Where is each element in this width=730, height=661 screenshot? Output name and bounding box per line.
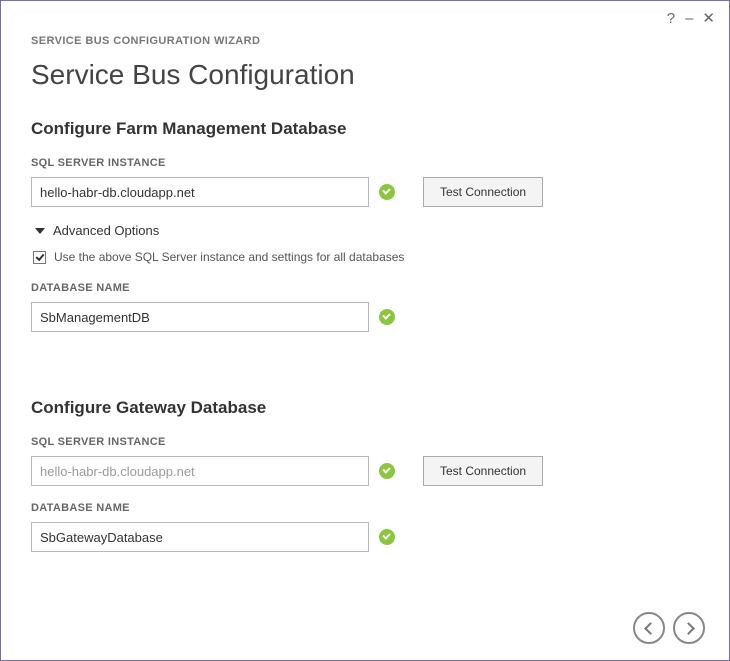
- wizard-window: ? – ✕ SERVICE BUS CONFIGURATION WIZARD S…: [0, 0, 730, 661]
- next-button[interactable]: [673, 612, 705, 644]
- advanced-options-toggle[interactable]: Advanced Options: [35, 223, 683, 238]
- chevron-down-icon: [35, 228, 45, 234]
- arrow-left-icon: [643, 622, 655, 634]
- field-row-farm-db: [31, 302, 683, 332]
- help-icon[interactable]: ?: [667, 11, 675, 26]
- valid-icon: [379, 463, 395, 479]
- use-same-checkbox[interactable]: [33, 251, 46, 264]
- label-sql-instance-gateway: SQL SERVER INSTANCE: [31, 436, 683, 448]
- sql-instance-input-gateway: [31, 456, 369, 486]
- back-button[interactable]: [633, 612, 665, 644]
- advanced-options-label: Advanced Options: [53, 223, 159, 238]
- arrow-right-icon: [683, 622, 695, 634]
- test-connection-button-farm[interactable]: Test Connection: [423, 177, 543, 207]
- field-row-gateway-sql: Test Connection: [31, 456, 683, 486]
- test-connection-button-gateway[interactable]: Test Connection: [423, 456, 543, 486]
- field-row-farm-sql: Test Connection: [31, 177, 683, 207]
- db-name-input-farm[interactable]: [31, 302, 369, 332]
- valid-icon: [379, 184, 395, 200]
- field-row-gateway-db: [31, 522, 683, 552]
- label-db-name-gateway: DATABASE NAME: [31, 502, 683, 514]
- wizard-label: SERVICE BUS CONFIGURATION WIZARD: [31, 35, 699, 47]
- valid-icon: [379, 309, 395, 325]
- close-icon[interactable]: ✕: [702, 11, 715, 26]
- section-heading-gateway: Configure Gateway Database: [31, 398, 683, 418]
- scroll-area[interactable]: Configure Farm Management Database SQL S…: [31, 119, 699, 596]
- footer-nav: [1, 596, 729, 660]
- db-name-input-gateway[interactable]: [31, 522, 369, 552]
- minimize-icon[interactable]: –: [685, 11, 692, 26]
- content-area: SERVICE BUS CONFIGURATION WIZARD Service…: [1, 1, 729, 596]
- titlebar-controls: ? – ✕: [667, 11, 715, 26]
- use-same-checkbox-row: Use the above SQL Server instance and se…: [33, 250, 683, 264]
- section-heading-farm: Configure Farm Management Database: [31, 119, 683, 139]
- page-title: Service Bus Configuration: [31, 59, 699, 91]
- label-db-name-farm: DATABASE NAME: [31, 282, 683, 294]
- label-sql-instance-farm: SQL SERVER INSTANCE: [31, 157, 683, 169]
- sql-instance-input-farm[interactable]: [31, 177, 369, 207]
- valid-icon: [379, 529, 395, 545]
- use-same-checkbox-label: Use the above SQL Server instance and se…: [54, 250, 404, 264]
